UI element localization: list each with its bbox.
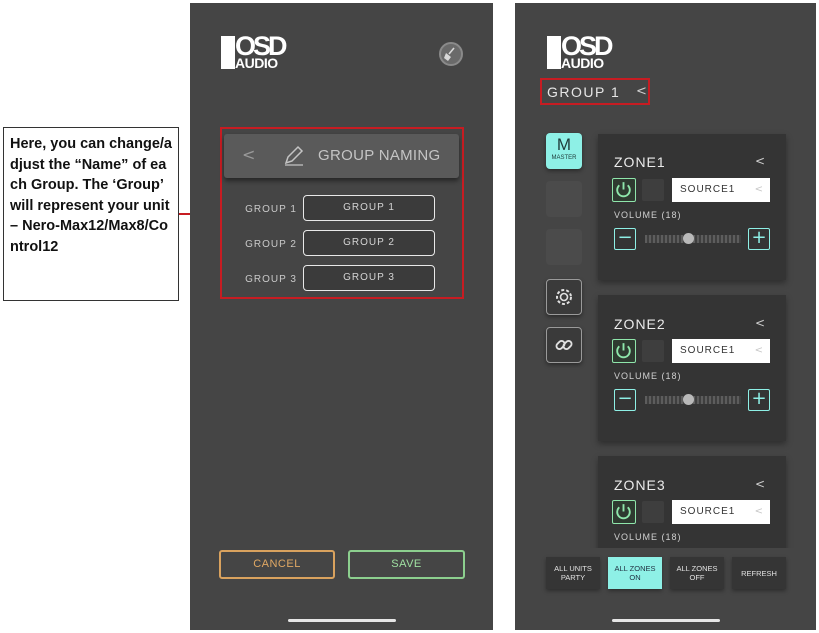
all-zones-off-button[interactable]: ALL ZONES OFF bbox=[670, 557, 724, 589]
refresh-button[interactable]: REFRESH bbox=[732, 557, 786, 589]
broom-icon[interactable] bbox=[439, 42, 463, 66]
power-icon[interactable] bbox=[612, 500, 636, 524]
unit-slot-3[interactable] bbox=[546, 229, 582, 265]
group-1-label: GROUP 1 bbox=[245, 204, 297, 215]
power-icon[interactable] bbox=[612, 178, 636, 202]
back-button[interactable]: < bbox=[242, 146, 255, 164]
mute-icon[interactable] bbox=[642, 340, 664, 362]
zone-title: ZONE2 bbox=[614, 316, 666, 332]
volume-label: VOLUME (18) bbox=[614, 210, 682, 220]
group-naming-header: < GROUP NAMING bbox=[224, 134, 459, 178]
group-chevron-icon[interactable]: < bbox=[636, 84, 647, 100]
all-units-party-button[interactable]: ALL UNITS PARTY bbox=[546, 557, 600, 589]
cancel-button[interactable]: CANCEL bbox=[219, 550, 335, 579]
source-select[interactable]: SOURCE1 < bbox=[672, 339, 770, 363]
group-1-name-field[interactable]: GROUP 1 bbox=[303, 195, 435, 221]
master-button[interactable]: M MASTER bbox=[546, 133, 582, 169]
link-icon bbox=[547, 328, 581, 362]
settings-button[interactable] bbox=[546, 279, 582, 315]
group-2-label: GROUP 2 bbox=[245, 239, 297, 250]
unit-slot-2[interactable] bbox=[546, 181, 582, 217]
save-button[interactable]: SAVE bbox=[348, 550, 465, 579]
osd-audio-logo-main: OSD AUDIO bbox=[547, 32, 627, 76]
power-icon[interactable] bbox=[612, 339, 636, 363]
source-select[interactable]: SOURCE1 < bbox=[672, 500, 770, 524]
mute-icon[interactable] bbox=[642, 179, 664, 201]
zone-card: ZONE1 < SOURCE1 < VOLUME (18) − + bbox=[598, 134, 786, 280]
gear-icon bbox=[547, 280, 581, 314]
zone-title: ZONE3 bbox=[614, 477, 666, 493]
home-indicator-main bbox=[612, 619, 720, 622]
volume-up-button[interactable]: + bbox=[748, 389, 770, 411]
group-title[interactable]: GROUP 1 bbox=[547, 84, 620, 100]
group-2-name-field[interactable]: GROUP 2 bbox=[303, 230, 435, 256]
link-button[interactable] bbox=[546, 327, 582, 363]
mute-icon[interactable] bbox=[642, 501, 664, 523]
zone-card: ZONE3 < SOURCE1 < VOLUME (18) bbox=[598, 456, 786, 556]
page-title: GROUP NAMING bbox=[318, 147, 441, 164]
zone-chevron-icon[interactable]: < bbox=[755, 316, 765, 330]
home-indicator bbox=[288, 619, 396, 622]
source-select[interactable]: SOURCE1 < bbox=[672, 178, 770, 202]
zone-title: ZONE1 bbox=[614, 154, 666, 170]
osd-audio-logo: OSD AUDIO bbox=[221, 32, 301, 76]
volume-down-button[interactable]: − bbox=[614, 228, 636, 250]
zone-chevron-icon[interactable]: < bbox=[755, 477, 765, 491]
all-zones-on-button[interactable]: ALL ZONES ON bbox=[608, 557, 662, 589]
volume-down-button[interactable]: − bbox=[614, 389, 636, 411]
volume-label: VOLUME (18) bbox=[614, 532, 682, 542]
volume-label: VOLUME (18) bbox=[614, 371, 682, 381]
zone-card: ZONE2 < SOURCE1 < VOLUME (18) − + bbox=[598, 295, 786, 441]
group-naming-screen bbox=[190, 3, 493, 630]
volume-up-button[interactable]: + bbox=[748, 228, 770, 250]
zone-chevron-icon[interactable]: < bbox=[755, 154, 765, 168]
group-3-label: GROUP 3 bbox=[245, 274, 297, 285]
annotation-callout: Here, you can change/adjust the “Name” o… bbox=[3, 127, 179, 301]
group-3-name-field[interactable]: GROUP 3 bbox=[303, 265, 435, 291]
pencil-icon bbox=[284, 145, 304, 166]
